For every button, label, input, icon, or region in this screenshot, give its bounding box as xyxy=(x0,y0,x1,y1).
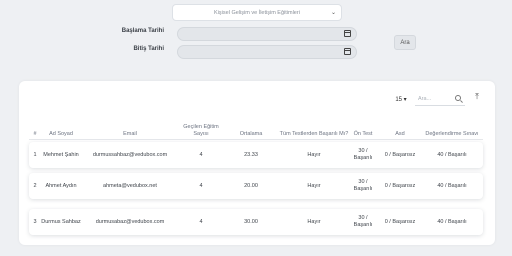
header-all-passed: Tüm Testlerden Başarılı Mı? xyxy=(279,131,349,138)
cell-evaluation: 40 / Başarılı xyxy=(437,182,467,189)
upload-icon[interactable]: ⤒ xyxy=(472,92,482,106)
cell-index: 1 xyxy=(33,151,37,158)
table-row[interactable]: 1 Mehmet Şahin durmussahbaz@vedubox.com … xyxy=(29,142,483,168)
cell-average: 23.33 xyxy=(244,151,258,158)
cell-email: ahmeta@vedubox.net xyxy=(103,182,157,189)
cell-average: 30.00 xyxy=(244,218,258,225)
header-courses-passed: Geçilen Eğitim Sayısı xyxy=(183,124,219,138)
header-index: # xyxy=(33,131,37,138)
cell-courses: 4 xyxy=(199,151,203,158)
header-name: Ad Soyad xyxy=(49,131,73,138)
table-search-input[interactable]: Ara... xyxy=(415,92,465,106)
cell-pretest: 30 / Başarılı xyxy=(353,148,373,161)
calendar-icon[interactable] xyxy=(344,48,351,55)
course-select-value: Kişisel Gelişim ve İletişim Eğitimleri xyxy=(214,9,300,16)
header-pretest: Ön Test xyxy=(353,131,373,138)
start-date-label: Başlama Tarihi xyxy=(121,28,164,34)
cell-name: Ahmet Aydın xyxy=(45,182,77,189)
cell-name: Durmus Sahbaz xyxy=(41,218,81,225)
cell-asd: 0 / Başarısız xyxy=(384,218,416,225)
chevron-down-icon: ⌄ xyxy=(330,10,336,16)
cell-name: Mehmet Şahin xyxy=(43,151,79,158)
cell-courses: 4 xyxy=(199,218,203,225)
header-asd: Asd xyxy=(395,131,405,138)
calendar-icon[interactable] xyxy=(344,30,351,37)
cell-index: 2 xyxy=(33,182,37,189)
cell-all-passed: Hayır xyxy=(307,218,321,225)
cell-pretest: 30 / Başarılı xyxy=(353,215,373,228)
cell-courses: 4 xyxy=(199,182,203,189)
header-evaluation: Değerlendirme Sınavı xyxy=(425,131,479,138)
cell-email: durmussahbaz@vedubox.com xyxy=(92,151,168,158)
cell-email: durmusabaz@vedubox.com xyxy=(95,218,165,225)
header-divider xyxy=(29,139,483,140)
cell-asd: 0 / Başarısız xyxy=(384,151,416,158)
cell-evaluation: 40 / Başarılı xyxy=(437,218,467,225)
header-average: Ortalama xyxy=(239,131,263,138)
cell-pretest: 30 / Başarılı xyxy=(353,179,373,192)
end-date-label: Bitiş Tarihi xyxy=(133,46,164,52)
end-date-input[interactable] xyxy=(177,45,357,59)
cell-asd: 0 / Başarısız xyxy=(384,182,416,189)
start-date-input[interactable] xyxy=(177,27,357,41)
page-size-select[interactable]: 15 ▾ xyxy=(390,92,412,106)
cell-average: 20.00 xyxy=(244,182,258,189)
search-icon xyxy=(455,95,461,101)
header-email: Email xyxy=(123,131,137,138)
cell-all-passed: Hayır xyxy=(307,182,321,189)
table-row[interactable]: 2 Ahmet Aydın ahmeta@vedubox.net 4 20.00… xyxy=(29,173,483,199)
cell-index: 3 xyxy=(33,218,37,225)
table-search-placeholder: Ara... xyxy=(418,95,432,102)
cell-all-passed: Hayır xyxy=(307,151,321,158)
course-select[interactable]: Kişisel Gelişim ve İletişim Eğitimleri ⌄ xyxy=(172,4,342,21)
search-button[interactable]: Ara xyxy=(394,35,416,50)
table-row[interactable]: 3 Durmus Sahbaz durmusabaz@vedubox.com 4… xyxy=(29,209,483,235)
cell-evaluation: 40 / Başarılı xyxy=(437,151,467,158)
